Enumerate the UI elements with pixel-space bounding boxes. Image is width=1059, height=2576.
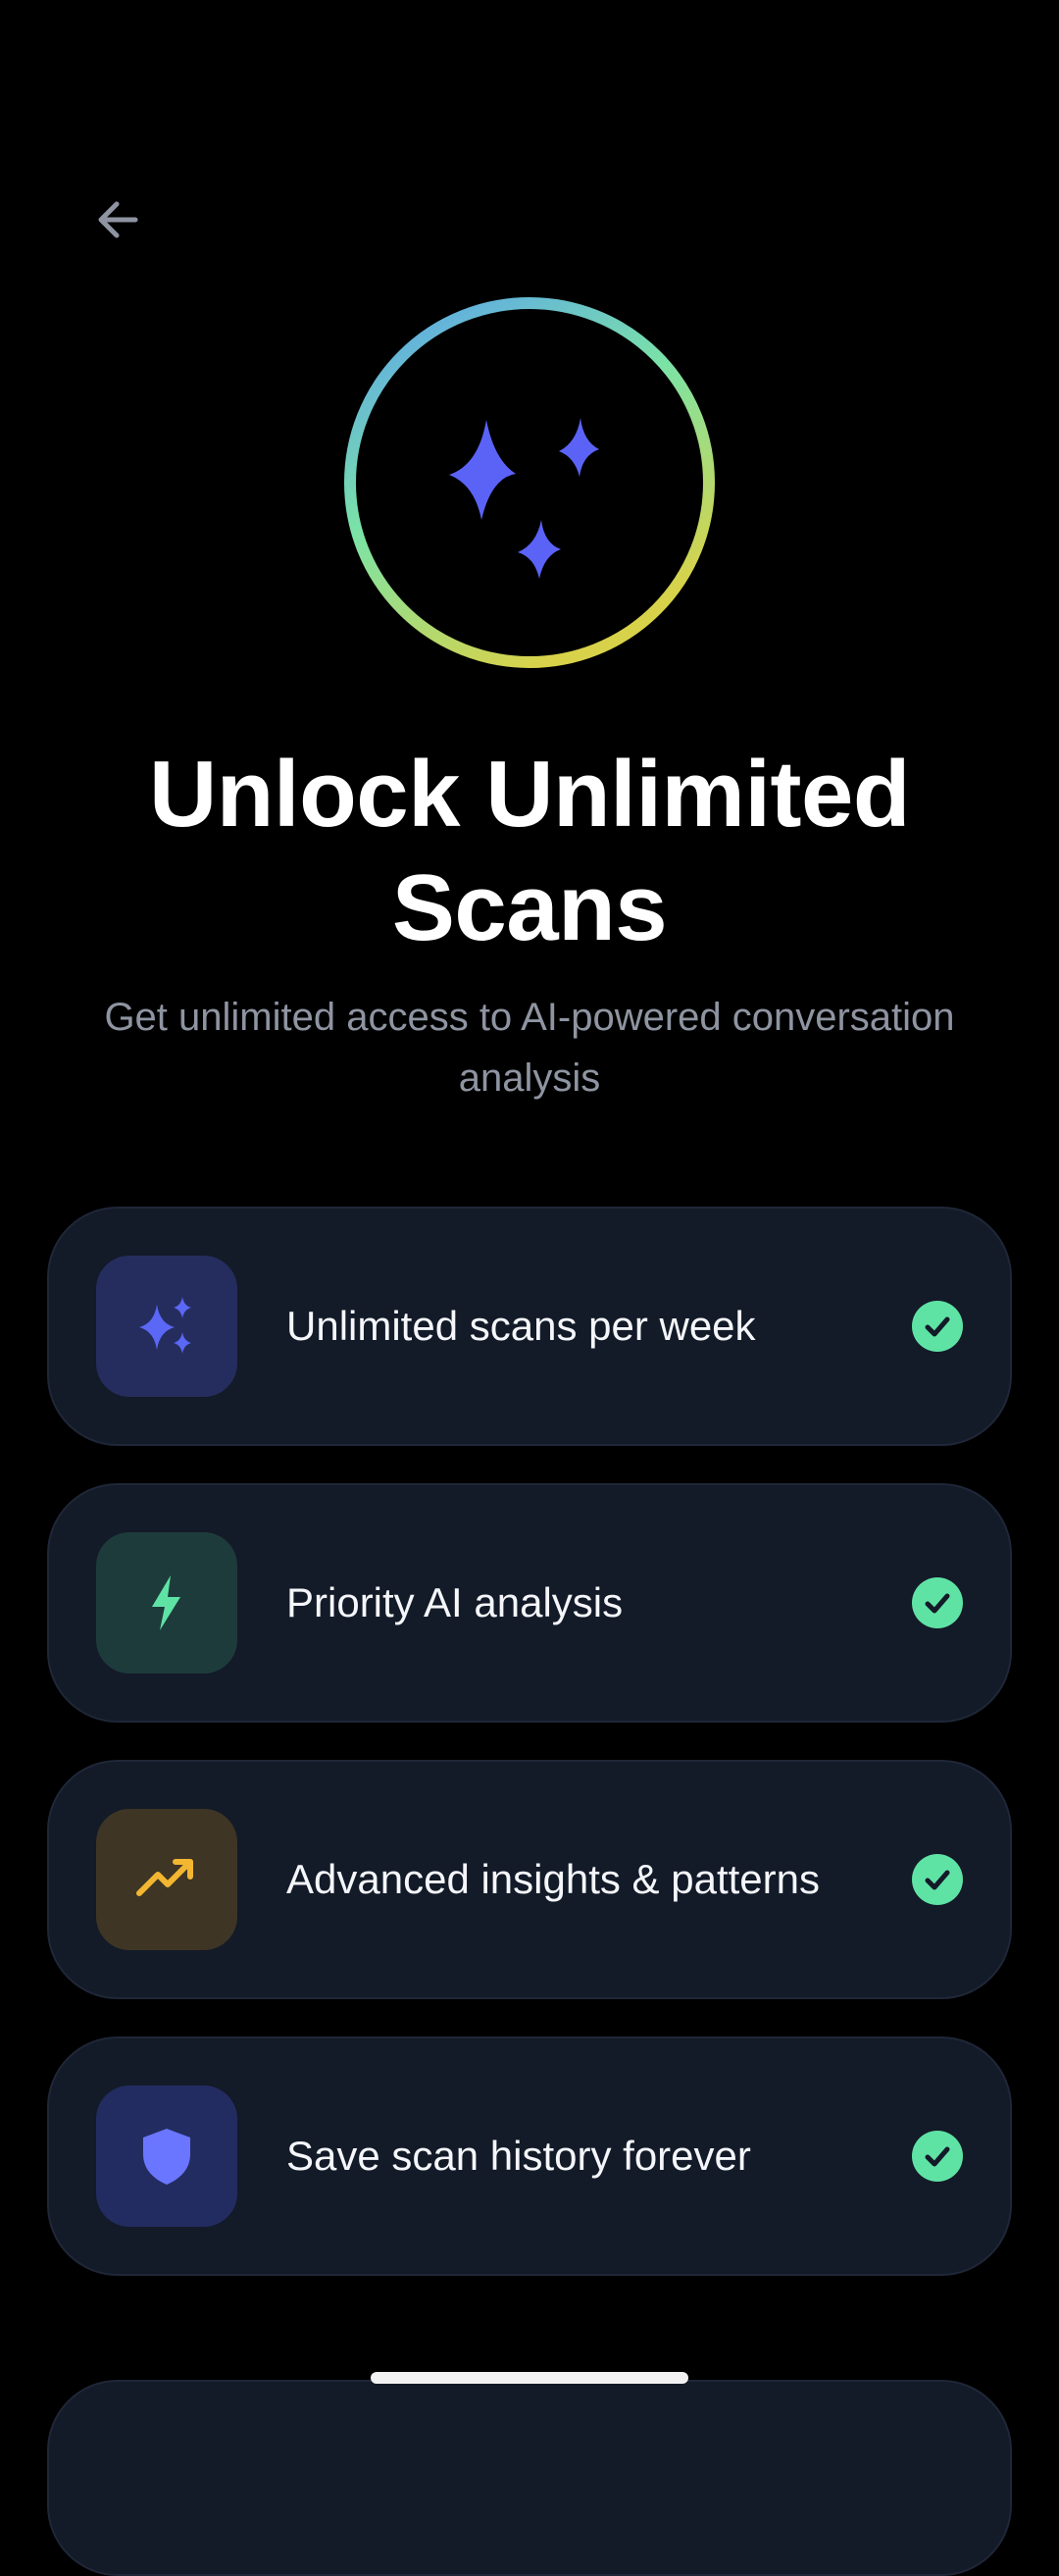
- feature-label: Advanced insights & patterns: [286, 1856, 820, 1902]
- check-circle-icon: [912, 1854, 963, 1905]
- page-subtitle: Get unlimited access to AI-powered conve…: [104, 996, 955, 1100]
- feature-item-save-history: Save scan history forever: [47, 2036, 1012, 2276]
- page-title: Unlock Unlimited Scans: [148, 742, 911, 960]
- check-circle-icon: [912, 1301, 963, 1352]
- feature-icon-tile: [96, 2086, 237, 2227]
- lightning-bolt-icon: [152, 1575, 180, 1630]
- back-button[interactable]: [71, 173, 165, 267]
- feature-icon-tile: [96, 1809, 237, 1950]
- feature-icon-tile: [96, 1532, 237, 1674]
- shield-icon: [143, 2129, 190, 2185]
- feature-label: Save scan history forever: [286, 2133, 751, 2179]
- feature-label: Priority AI analysis: [286, 1579, 624, 1625]
- feature-item-advanced-insights: Advanced insights & patterns: [47, 1760, 1012, 1999]
- check-circle-icon: [912, 2131, 963, 2182]
- feature-item-priority-analysis: Priority AI analysis: [47, 1483, 1012, 1723]
- trending-up-icon: [136, 1859, 193, 1896]
- home-indicator[interactable]: [371, 2372, 688, 2384]
- check-circle-icon: [912, 1577, 963, 1628]
- hero-badge: [339, 292, 720, 673]
- sparkles-icon: [139, 1297, 191, 1354]
- sparkles-icon: [449, 418, 599, 579]
- pricing-card[interactable]: [47, 2380, 1012, 2576]
- feature-item-unlimited-scans: Unlimited scans per week: [47, 1207, 1012, 1446]
- feature-icon-tile: [96, 1256, 237, 1397]
- arrow-left-icon: [98, 201, 138, 238]
- feature-list: Unlimited scans per week Priority AI ana…: [47, 1207, 1012, 2313]
- feature-label: Unlimited scans per week: [286, 1303, 756, 1349]
